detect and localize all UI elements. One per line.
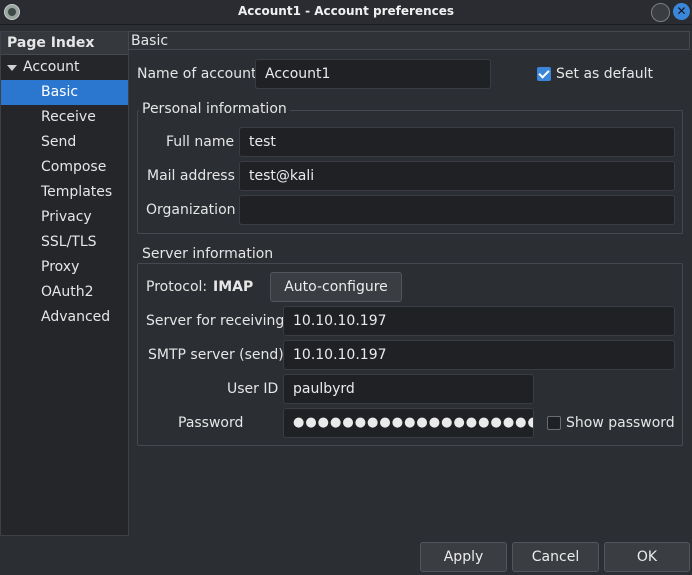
expand-triangle-icon[interactable] <box>7 65 17 71</box>
page-index-header: Page Index <box>1 32 128 55</box>
ok-button[interactable]: OK <box>604 542 690 572</box>
protocol-value: IMAP <box>213 279 254 295</box>
account-name-field[interactable]: Account1 <box>255 59 491 89</box>
window-title: Account1 - Account preferences <box>237 4 455 18</box>
apply-button[interactable]: Apply <box>420 542 507 572</box>
sidebar-item-advanced[interactable]: Advanced <box>1 305 128 330</box>
sidebar-item-privacy[interactable]: Privacy <box>1 205 128 230</box>
set-default-label[interactable]: Set as default <box>556 65 653 83</box>
sidebar-item-ssl-tls[interactable]: SSL/TLS <box>1 230 128 255</box>
cancel-button[interactable]: Cancel <box>512 542 599 572</box>
organization-label: Organization <box>146 202 236 218</box>
receiving-server-label: Server for receiving <box>146 313 285 329</box>
protocol-label: Protocol: <box>146 279 208 295</box>
close-icon: ✕ <box>676 4 687 18</box>
mail-address-label: Mail address <box>147 168 235 184</box>
close-button[interactable]: ✕ <box>673 3 690 20</box>
sidebar-item-account[interactable]: Account <box>1 55 128 80</box>
sidebar-item-receive[interactable]: Receive <box>1 105 128 130</box>
page-index-sidebar: Page Index Account Basic Receive Send Co… <box>0 31 129 536</box>
full-name-field[interactable]: test <box>239 127 675 157</box>
sidebar-item-label: Account <box>23 59 80 75</box>
section-title: Basic <box>128 31 690 50</box>
organization-field[interactable] <box>239 195 675 225</box>
sidebar-item-oauth2[interactable]: OAuth2 <box>1 280 128 305</box>
show-password-checkbox[interactable] <box>547 416 561 430</box>
personal-information-title: Personal information <box>139 100 290 118</box>
title-bar: Account1 - Account preferences ✕ <box>0 0 692 25</box>
sidebar-item-basic[interactable]: Basic <box>1 80 128 105</box>
smtp-server-field[interactable]: 10.10.10.197 <box>283 340 675 370</box>
smtp-server-label: SMTP server (send) <box>148 347 284 363</box>
set-default-checkbox[interactable] <box>537 67 551 81</box>
user-id-label: User ID <box>227 381 279 397</box>
show-password-label[interactable]: Show password <box>566 414 675 432</box>
user-id-field[interactable]: paulbyrd <box>283 374 534 404</box>
server-information-title: Server information <box>139 245 277 263</box>
full-name-label: Full name <box>166 134 235 150</box>
sidebar-item-proxy[interactable]: Proxy <box>1 255 128 280</box>
minimize-button[interactable] <box>651 3 670 22</box>
password-label: Password <box>178 415 244 431</box>
auto-configure-button[interactable]: Auto-configure <box>270 272 402 302</box>
sidebar-item-templates[interactable]: Templates <box>1 180 128 205</box>
mail-address-field[interactable]: test@kali <box>239 161 675 191</box>
receiving-server-field[interactable]: 10.10.10.197 <box>283 306 675 336</box>
sidebar-item-compose[interactable]: Compose <box>1 155 128 180</box>
sidebar-item-send[interactable]: Send <box>1 130 128 155</box>
password-field[interactable]: ●●●●●●●●●●●●●●●●●●●●●●●●●●● <box>283 408 534 438</box>
account-name-label: Name of account <box>137 66 257 82</box>
